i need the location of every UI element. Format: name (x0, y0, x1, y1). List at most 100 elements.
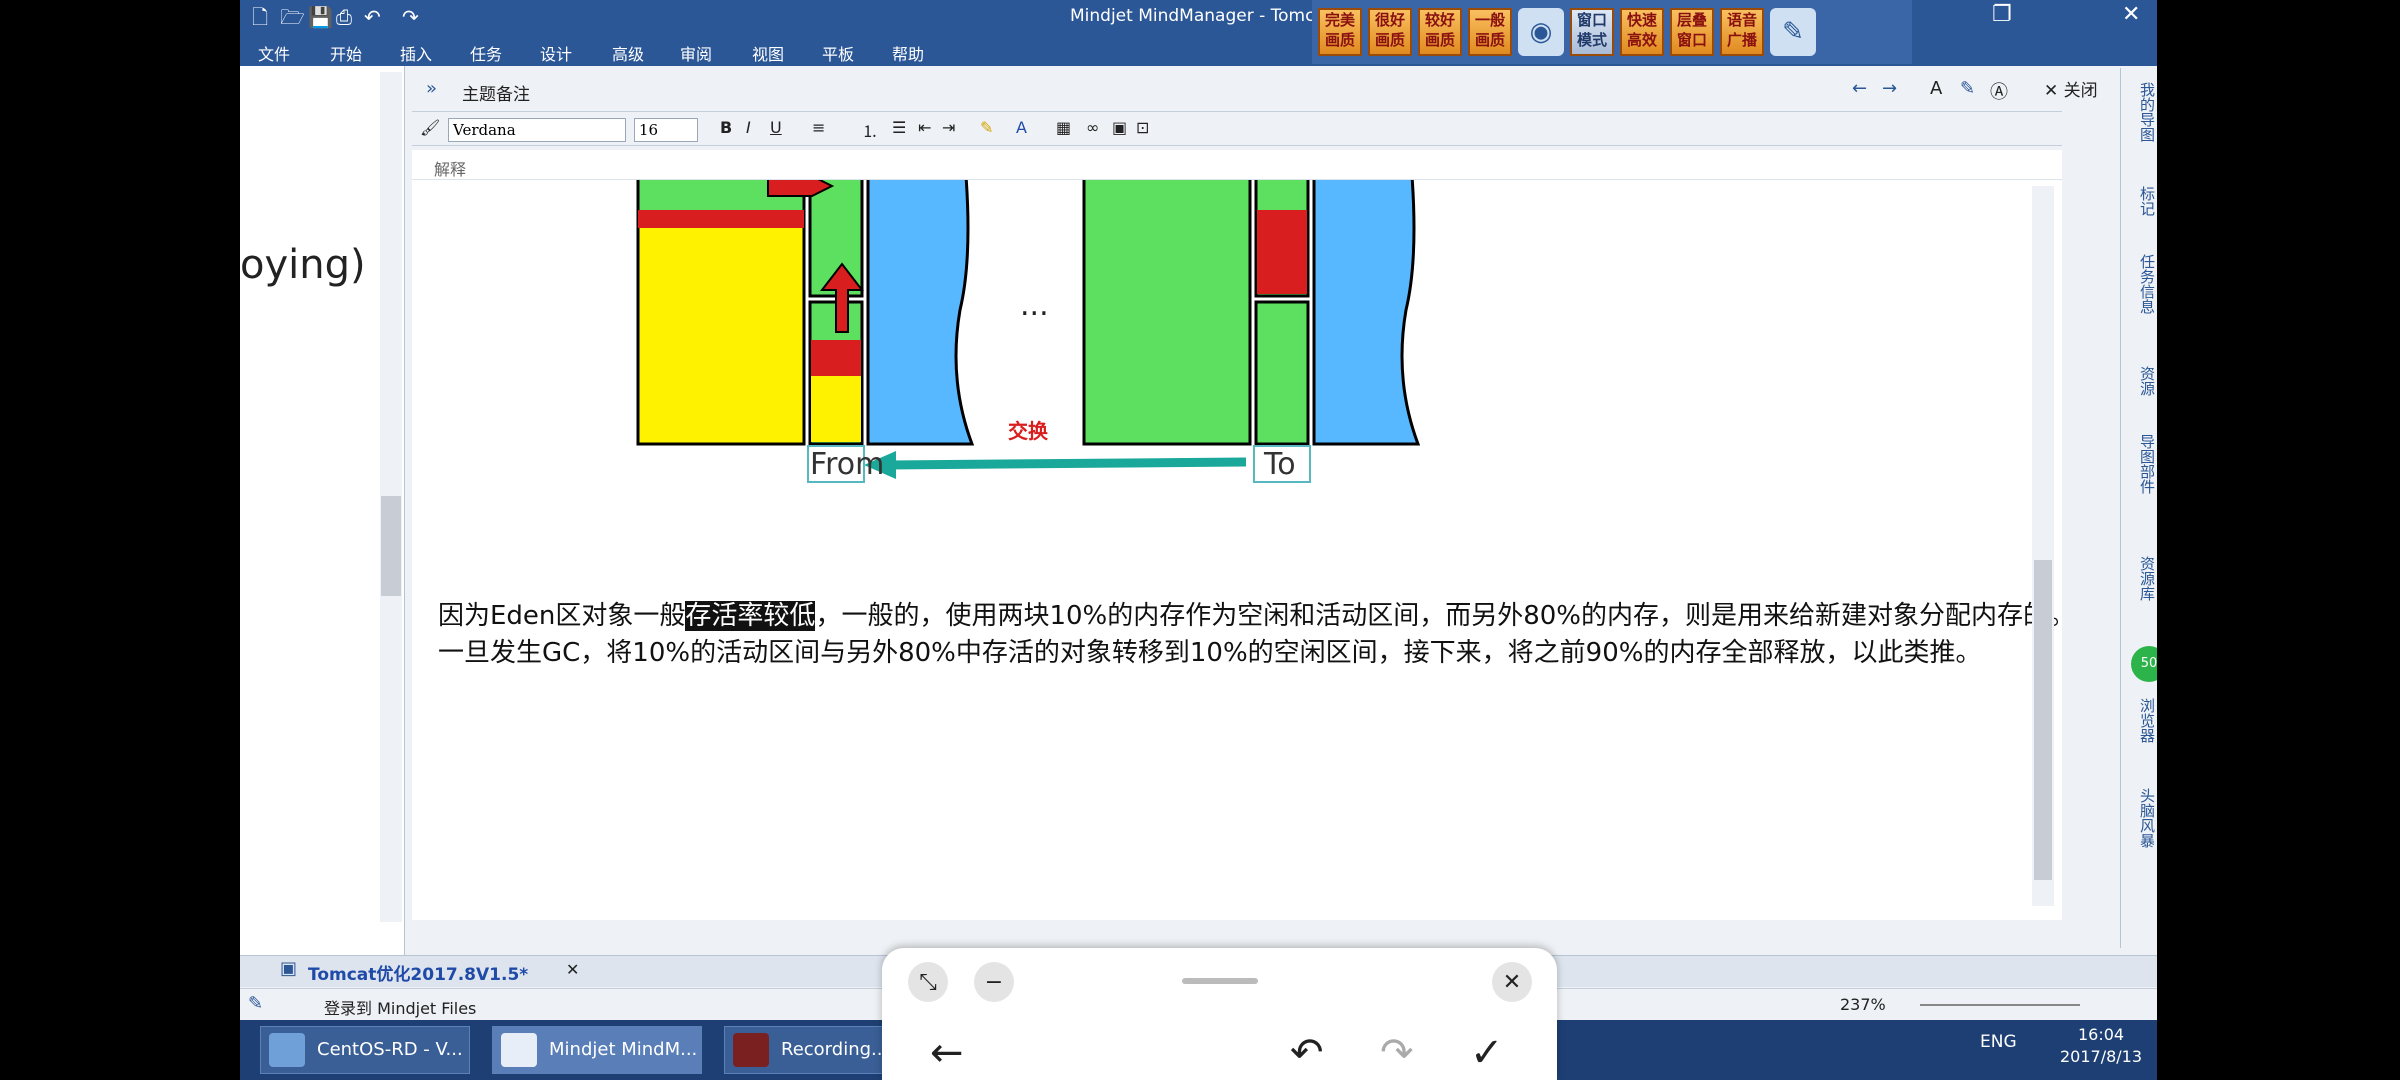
back-icon[interactable]: ← (1852, 78, 1867, 99)
menu-tablet[interactable]: 平板 (822, 41, 854, 65)
undo-arrow-icon[interactable]: ↶ (1290, 1030, 1324, 1076)
tray-language[interactable]: ENG (1980, 1032, 2017, 1052)
print-icon[interactable]: ⎙ (336, 4, 352, 30)
quality-perfect-button[interactable]: 完美画质 (1318, 8, 1362, 56)
dock-library[interactable]: 资源库 (2125, 556, 2156, 601)
font-size-select[interactable]: 16 (634, 118, 698, 142)
text-mode-icon[interactable]: A (1930, 78, 1942, 99)
bold-button[interactable]: B (720, 118, 732, 137)
swap-label: 交换 (1008, 419, 1049, 443)
align-icon[interactable]: ≡ (812, 118, 825, 137)
edit-icon[interactable]: ✎ (1960, 78, 1975, 99)
pen-icon[interactable]: ✎ (1770, 8, 1816, 56)
undo-icon[interactable]: ↶ (364, 4, 381, 30)
window-mode-button[interactable]: 窗口模式 (1570, 8, 1614, 56)
memory-diagram: ... 交换 From To (636, 180, 1421, 483)
outdent-icon[interactable]: ⇤ (918, 118, 931, 137)
tab-close-icon[interactable]: ✕ (566, 960, 579, 979)
voice-button[interactable]: 语音广播 (1720, 8, 1764, 56)
dock-map-parts[interactable]: 导图部件 (2125, 434, 2156, 494)
task-centos[interactable]: CentOS-RD - V... (260, 1026, 470, 1074)
menu-design[interactable]: 设计 (540, 41, 572, 65)
dock-task-info[interactable]: 任务信息 (2125, 254, 2156, 314)
notes-format-toolbar: 🖌 Verdana 16 B I U ≡ ⒈ ☰ ⇤ ⇥ ✎ A ▦ ∞ ▣ ⊡ (412, 112, 2062, 146)
dock-brainstorm[interactable]: 头脑风暴 (2125, 788, 2156, 848)
redo-arrow-icon[interactable]: ↷ (1380, 1030, 1414, 1076)
menu-advanced[interactable]: 高级 (612, 41, 644, 65)
table-icon[interactable]: ▦ (1056, 118, 1071, 137)
open-icon[interactable]: 🗁 (280, 4, 305, 30)
indent-icon[interactable]: ⇥ (942, 118, 955, 137)
image-icon[interactable]: ▣ (1112, 118, 1127, 137)
map-topic-text[interactable]: oying) (240, 242, 366, 288)
quality-verygood-button[interactable]: 很好画质 (1368, 8, 1412, 56)
save-icon[interactable]: 💾 (308, 4, 333, 30)
task-mindjet-label: Mindjet MindM... (549, 1039, 698, 1060)
new-icon[interactable]: 🗋 (252, 4, 268, 30)
collapse-icon[interactable]: » (426, 78, 437, 99)
confirm-check-icon[interactable]: ✓ (1470, 1030, 1504, 1076)
dock-resources[interactable]: 资源 (2125, 366, 2156, 396)
format-painter-icon[interactable]: 🖌 (420, 118, 440, 137)
menu-home[interactable]: 开始 (330, 41, 362, 65)
dock-markers[interactable]: 标记 (2125, 186, 2156, 216)
font-name-select[interactable]: Verdana (448, 118, 626, 142)
map-pane[interactable]: oying) (240, 66, 405, 956)
mindjet-files-login[interactable]: 登录到 Mindjet Files (324, 995, 476, 1019)
para-selection[interactable]: 存活率较低 (685, 601, 816, 631)
zoom-slider[interactable] (1920, 1004, 2080, 1006)
menu-view[interactable]: 视图 (752, 41, 784, 65)
lens-icon[interactable]: ◉ (1518, 8, 1564, 56)
to-lower-block (1254, 300, 1310, 446)
vm-icon (269, 1033, 305, 1067)
notes-paragraph[interactable]: 因为Eden区对象一般存活率较低，一般的，使用两块10%的内存作为空闲和活动区间… (438, 598, 2062, 672)
numbered-list-icon[interactable]: ⒈ (862, 118, 878, 142)
font-color-icon[interactable]: A (1016, 118, 1027, 137)
task-recording-label: Recording... (781, 1039, 889, 1060)
quality-toolbar: 完美画质 很好画质 较好画质 一般画质 ◉ 窗口模式 快速高效 层叠窗口 语音广… (1312, 0, 1912, 64)
dock-badge[interactable]: 50 (2131, 646, 2157, 682)
dock-my-maps[interactable]: 我的导图 (2125, 82, 2156, 142)
old-gen-right (1312, 180, 1421, 446)
task-mindjet[interactable]: Mindjet MindM... (492, 1026, 702, 1074)
more-icon[interactable]: ⊡ (1136, 118, 1149, 137)
close-overlay-icon[interactable]: ✕ (1492, 962, 1532, 1002)
dock-browser[interactable]: 浏览器 (2125, 698, 2156, 743)
resize-icon[interactable]: ⤡ (908, 962, 948, 1002)
format-icon[interactable]: Ⓐ (1990, 78, 2008, 104)
drag-handle[interactable] (1182, 978, 1258, 984)
forward-icon[interactable]: → (1882, 78, 1897, 99)
italic-button[interactable]: I (746, 118, 751, 137)
highlight-icon[interactable]: ✎ (980, 118, 993, 137)
fast-button[interactable]: 快速高效 (1620, 8, 1664, 56)
close-window-icon[interactable]: ✕ (2122, 2, 2140, 27)
link-icon[interactable]: ∞ (1086, 118, 1099, 137)
menu-review[interactable]: 审阅 (680, 41, 712, 65)
from-yellow (811, 376, 861, 442)
menu-help[interactable]: 帮助 (892, 41, 924, 65)
notes-close-button[interactable]: ✕ 关闭 (2044, 76, 2098, 101)
menu-file[interactable]: 文件 (258, 41, 290, 65)
menu-insert[interactable]: 插入 (400, 41, 432, 65)
redo-icon[interactable]: ↷ (402, 4, 419, 30)
cascade-button[interactable]: 层叠窗口 (1670, 8, 1714, 56)
pen-status-icon[interactable]: ✎ (248, 993, 263, 1014)
document-tab[interactable]: Tomcat优化2017.8V1.5* (308, 960, 528, 985)
map-scroll-thumb[interactable] (381, 496, 401, 596)
quality-normal-button[interactable]: 一般画质 (1468, 8, 1512, 56)
eden-right-block (1082, 180, 1252, 446)
underline-button[interactable]: U (770, 118, 782, 137)
clock[interactable]: 16:04 2017/8/13 (2060, 1024, 2142, 1068)
menu-task[interactable]: 任务 (470, 41, 502, 65)
notes-scroll-thumb[interactable] (2034, 560, 2052, 880)
restore-icon[interactable]: ❐ (1992, 2, 2012, 27)
notes-title: 主题备注 (462, 85, 530, 105)
quality-good-button[interactable]: 较好画质 (1418, 8, 1462, 56)
task-centos-label: CentOS-RD - V... (317, 1039, 463, 1060)
minimize-icon[interactable]: − (974, 962, 1014, 1002)
notes-section-label: 解释 (412, 150, 2062, 180)
bullet-list-icon[interactable]: ☰ (892, 118, 906, 137)
notes-editor[interactable]: ... 交换 From To 因为Eden区对象一般存活率较低，一般的，使用两块… (412, 180, 2062, 920)
phone-edit-overlay: ⤡ − ✕ ← ↶ ↷ ✓ (882, 948, 1557, 1080)
back-arrow-icon[interactable]: ← (930, 1030, 964, 1076)
